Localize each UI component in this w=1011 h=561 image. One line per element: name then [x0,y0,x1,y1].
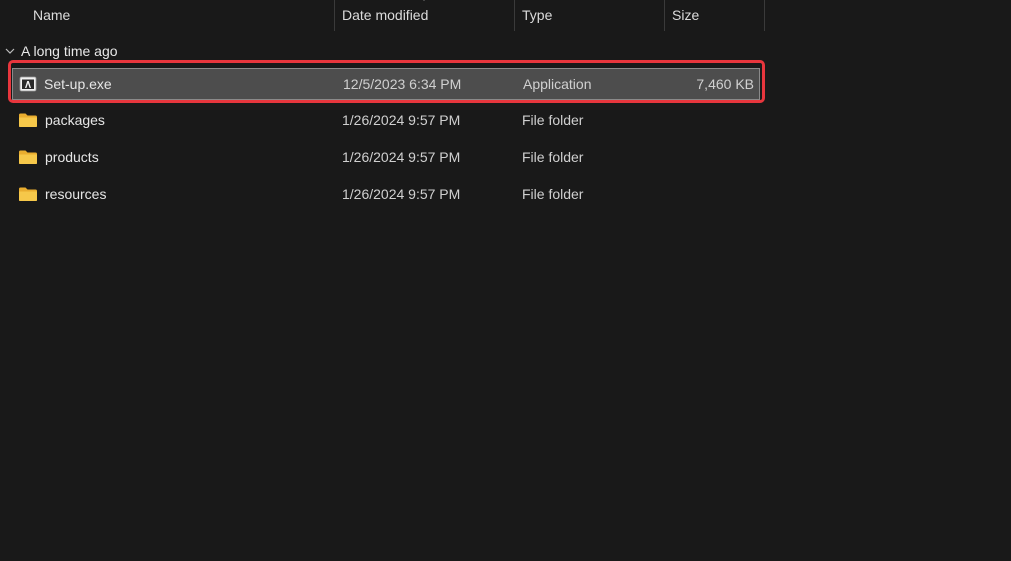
date-cell: 1/26/2024 9:57 PM [342,186,461,202]
date-cell: 1/26/2024 9:57 PM [342,149,461,165]
file-row-packages[interactable]: packages 1/26/2024 9:57 PM File folder [12,105,760,137]
name-cell: resources [18,179,106,209]
column-divider[interactable] [764,0,765,31]
file-explorer-view: Name Date modified Type Size A long time… [0,0,1011,561]
column-header-row: Name Date modified Type Size [0,0,765,31]
group-header[interactable]: A long time ago [4,41,118,61]
folder-icon [19,187,37,201]
file-row-products[interactable]: products 1/26/2024 9:57 PM File folder [12,142,760,174]
column-name-label: Name [33,7,71,23]
file-name: resources [45,185,107,202]
adobe-app-icon [19,76,37,92]
type-cell: File folder [522,149,584,165]
file-name: products [45,148,99,165]
column-name-header[interactable]: Name [0,0,335,31]
date-cell: 12/5/2023 6:34 PM [343,76,462,92]
date-cell: 1/26/2024 9:57 PM [342,112,461,128]
column-size-label: Size [672,7,700,23]
column-date-label: Date modified [342,7,429,23]
column-type-header[interactable]: Type [515,0,665,31]
name-cell: packages [18,105,105,135]
group-label: A long time ago [21,43,118,59]
type-cell: File folder [522,112,584,128]
column-type-label: Type [522,7,553,23]
folder-icon [19,150,37,164]
name-cell: Set-up.exe [19,69,112,99]
folder-icon [19,113,37,127]
type-cell: Application [523,76,592,92]
column-size-header[interactable]: Size [665,0,765,31]
chevron-down-icon [5,48,15,54]
file-name: Set-up.exe [44,75,112,92]
file-name: packages [45,111,105,128]
size-cell: 7,460 KB [696,76,754,92]
column-date-header[interactable]: Date modified [335,0,515,31]
file-row-setup-exe[interactable]: Set-up.exe 12/5/2023 6:34 PM Application… [12,68,760,100]
file-row-resources[interactable]: resources 1/26/2024 9:57 PM File folder [12,179,760,211]
name-cell: products [18,142,99,172]
type-cell: File folder [522,186,584,202]
